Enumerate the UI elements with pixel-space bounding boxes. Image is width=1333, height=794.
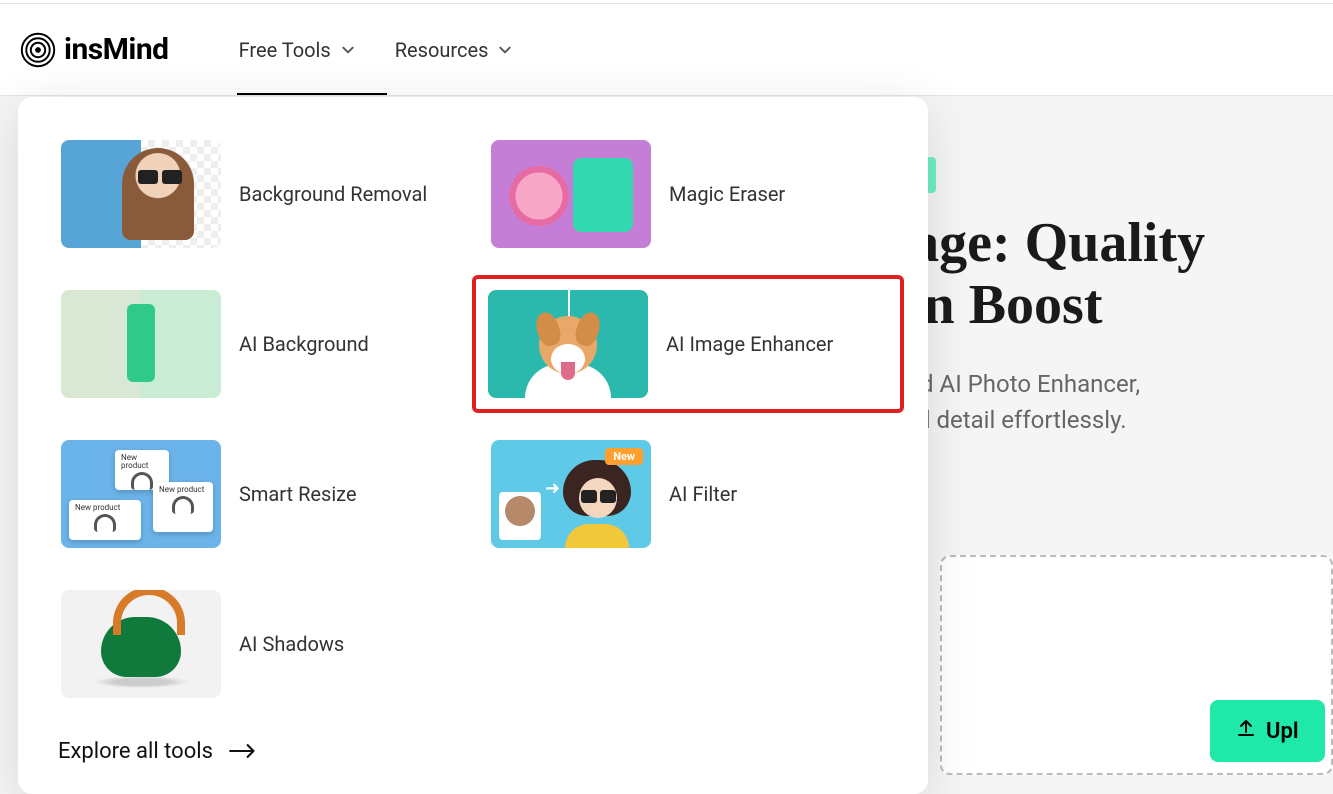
hero-description: Mind AI Photo Enhancer, , and detail eff… (880, 366, 1333, 438)
nav-free-tools-label: Free Tools (239, 38, 331, 62)
tool-ai-background[interactable]: AI Background (58, 287, 458, 401)
tool-thumbnail: New product New product New product (61, 440, 221, 548)
insmind-logo-icon (20, 32, 56, 68)
chevron-down-icon (341, 43, 355, 57)
tool-background-removal[interactable]: Background Removal (58, 137, 458, 251)
card-text: New product (75, 503, 120, 512)
tool-label: AI Filter (669, 482, 737, 506)
tool-thumbnail (61, 590, 221, 698)
hero-title-line1: nage: Quality (880, 212, 1205, 274)
tool-thumbnail (488, 290, 648, 398)
tool-ai-filter[interactable]: New ➜ AI Filter (488, 437, 888, 551)
upload-button[interactable]: Upl (1210, 700, 1325, 762)
tool-label: AI Image Enhancer (666, 332, 833, 356)
card-text: New product (159, 485, 204, 494)
tool-ai-image-enhancer[interactable]: AI Image Enhancer (472, 275, 904, 413)
nav-free-tools[interactable]: Free Tools (239, 6, 355, 94)
tool-smart-resize[interactable]: New product New product New product Smar… (58, 437, 458, 551)
tool-label: AI Background (239, 332, 369, 356)
card-text: New product (121, 453, 148, 470)
nav-resources[interactable]: Resources (395, 6, 513, 94)
explore-label: Explore all tools (58, 739, 213, 764)
hero-title: nage: Quality ion Boost (880, 213, 1333, 336)
tool-grid: Background Removal Magic Eraser AI Backg… (58, 137, 888, 701)
site-header: insMind Free Tools Resources (0, 4, 1333, 96)
tool-thumbnail (61, 290, 221, 398)
tool-magic-eraser[interactable]: Magic Eraser (488, 137, 888, 251)
primary-nav: Free Tools Resources (239, 6, 513, 94)
brand-name: insMind (64, 32, 169, 67)
chevron-down-icon (498, 43, 512, 57)
tool-label: Magic Eraser (669, 182, 785, 206)
new-badge: New (605, 448, 643, 465)
arrow-right-icon (229, 739, 257, 764)
tool-label: Background Removal (239, 182, 427, 206)
tool-label: Smart Resize (239, 482, 357, 506)
tool-label: AI Shadows (239, 632, 344, 656)
tool-thumbnail (61, 140, 221, 248)
arrow-right-icon: ➜ (545, 478, 560, 499)
free-tools-dropdown: Background Removal Magic Eraser AI Backg… (18, 97, 928, 794)
upload-icon (1236, 718, 1256, 744)
nav-resources-label: Resources (395, 38, 489, 62)
explore-all-tools[interactable]: Explore all tools (58, 739, 888, 764)
tool-thumbnail (491, 140, 651, 248)
tool-thumbnail: New ➜ (491, 440, 651, 548)
tool-ai-shadows[interactable]: AI Shadows (58, 587, 458, 701)
brand-logo[interactable]: insMind (20, 32, 169, 68)
upload-button-label: Upl (1266, 719, 1299, 744)
